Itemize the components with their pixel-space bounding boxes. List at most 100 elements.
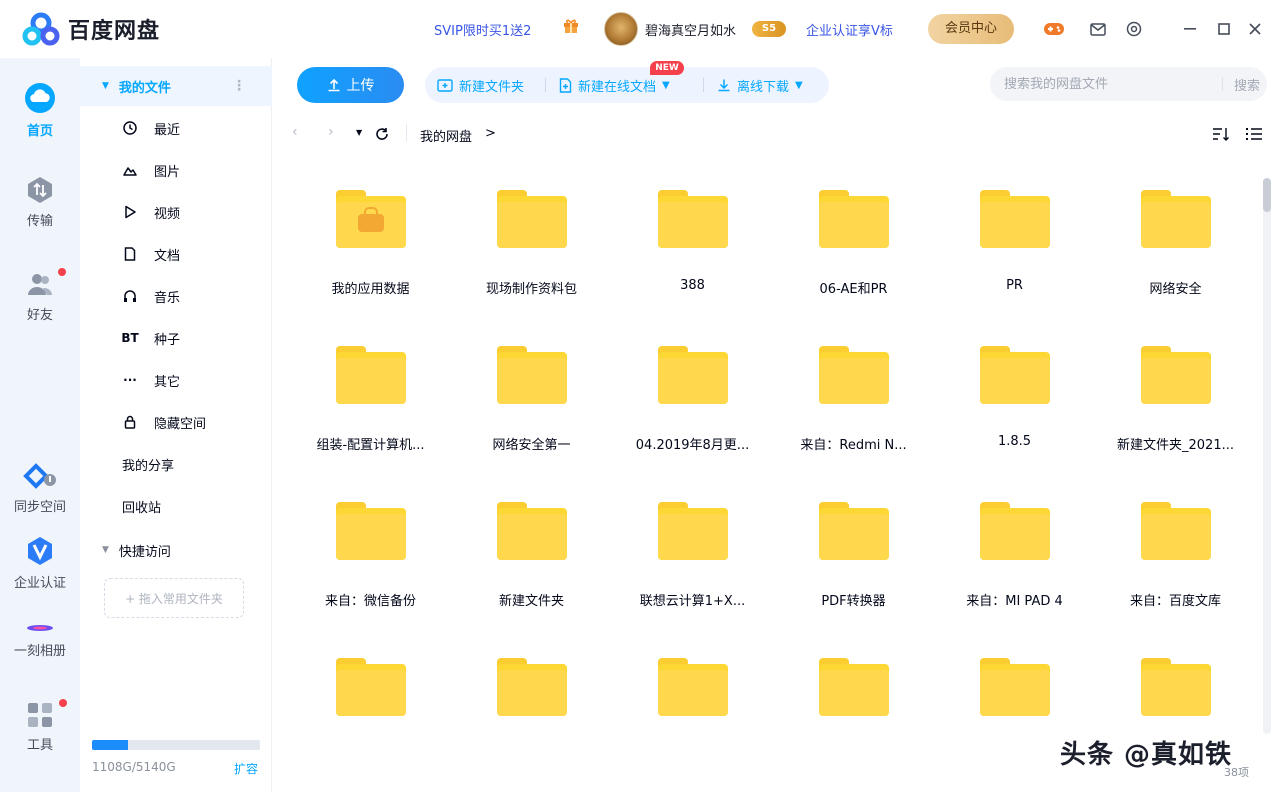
rail-label-album: 一刻相册 [13,644,66,659]
folder-icon [979,346,1050,404]
tools-notification-dot [59,699,67,707]
folder-item[interactable]: 网络安全 [1095,170,1256,326]
sidebar-quick-access[interactable]: ▼ 快捷访问 [80,530,272,570]
folder-item[interactable]: 1.8.5 [934,326,1095,482]
breadcrumb-separator: > [485,126,496,141]
user-avatar[interactable] [604,12,638,46]
search-button[interactable]: 搜索 [1234,75,1260,94]
more-vertical-icon[interactable]: ⋮ [232,78,246,94]
sidebar-item-recycle[interactable]: 回收站 [80,486,272,526]
enterprise-v-icon [28,537,52,565]
enterprise-promo-link[interactable]: 企业认证享V标 [806,20,893,39]
svip-promo-link[interactable]: SVIP限时买1送2 [434,20,531,39]
scrollbar-thumb[interactable] [1263,178,1271,212]
folder-item[interactable]: 04.2019年8月更... [612,326,773,482]
folder-item[interactable]: 来自：微信备份 [290,482,451,638]
transfer-icon [28,177,52,203]
folder-item[interactable]: 来自：MI PAD 4 [934,482,1095,638]
forward-arrow-icon[interactable]: › [328,124,334,140]
folder-icon [818,190,889,248]
sidebar: ▼ 我的文件 ⋮ 最近 图片 视频 文档 音乐 BT 种子 ··· 其它 隐藏空… [80,58,272,792]
folder-item[interactable]: 网络安全第一 [451,326,612,482]
folder-icon [496,502,567,560]
chevron-down-icon: ▼ [662,79,670,91]
folder-item[interactable]: 来自：Redmi N... [773,326,934,482]
offline-download-label: 离线下载 [737,79,790,95]
rail-item-home[interactable]: 首页 [0,82,80,139]
folder-item[interactable]: 新建文件夹_2021... [1095,326,1256,482]
minimize-icon[interactable] [1180,19,1200,39]
history-dropdown-icon[interactable]: ▼ [356,128,362,137]
folder-item[interactable]: 来自：百度文库 [1095,482,1256,638]
folder-item[interactable] [612,638,773,760]
folder-item[interactable] [773,638,934,760]
rail-item-transfer[interactable]: 传输 [0,176,80,229]
folder-item[interactable]: 组装-配置计算机... [290,326,451,482]
mail-icon[interactable] [1088,19,1108,39]
breadcrumb-root[interactable]: 我的网盘 [420,126,472,145]
rail-label-tools: 工具 [26,738,53,753]
sidebar-item-images[interactable]: 图片 [80,150,272,190]
username[interactable]: 碧海真空月如水 [645,20,736,39]
folder-item[interactable]: 现场制作资料包 [451,170,612,326]
list-view-icon[interactable] [1246,127,1262,141]
add-quick-folder-dropzone[interactable]: + 拖入常用文件夹 [104,578,244,618]
folder-item[interactable]: PR [934,170,1095,326]
more-icon: ··· [123,373,137,387]
folder-icon [979,658,1050,716]
rail-item-album[interactable]: 一刻相册 [0,622,80,659]
gift-icon[interactable] [563,18,579,34]
vertical-scrollbar[interactable] [1263,178,1271,734]
maximize-icon[interactable] [1214,19,1234,39]
sidebar-item-my-share[interactable]: 我的分享 [80,444,272,484]
sidebar-item-videos[interactable]: 视频 [80,192,272,232]
game-icon[interactable] [1044,19,1064,39]
search-divider [1222,77,1223,91]
new-folder-button[interactable]: 新建文件夹 [437,67,524,103]
folder-item[interactable]: PDF转换器 [773,482,934,638]
folder-icon [818,502,889,560]
folder-item[interactable]: 06-AE和PR [773,170,934,326]
back-arrow-icon[interactable]: ‹ [292,124,298,140]
sidebar-item-other[interactable]: ··· 其它 [80,360,272,400]
settings-icon[interactable] [1124,19,1144,39]
app-data-folder-icon [335,190,406,248]
folder-item[interactable]: 新建文件夹 [451,482,612,638]
sidebar-item-recent[interactable]: 最近 [80,108,272,148]
sidebar-item-hidden-space[interactable]: 隐藏空间 [80,402,272,442]
folder-name: PR [1006,278,1023,293]
rail-item-tools[interactable]: 工具 [0,702,80,753]
sidebar-item-my-files[interactable]: ▼ 我的文件 ⋮ [80,66,272,106]
toolbar-divider [703,78,704,92]
folder-name: 我的应用数据 [331,282,410,297]
rail-label-friends: 好友 [26,308,53,323]
rail-item-sync[interactable]: 同步空间 [0,462,80,515]
friends-notification-dot [58,268,66,276]
folder-name: 04.2019年8月更... [635,438,750,453]
vip-center-button[interactable]: 会员中心 [928,14,1014,44]
search-input[interactable] [1004,76,1214,92]
folder-name: 来自：微信备份 [324,594,416,609]
offline-download-button[interactable]: 离线下载 ▼ [717,67,803,103]
app-logo[interactable]: 百度网盘 [22,12,160,46]
sidebar-item-torrents[interactable]: BT 种子 [80,318,272,358]
toolbar-divider [545,78,546,92]
folder-name: 来自：Redmi N... [800,438,907,453]
expand-storage-link[interactable]: 扩容 [234,760,258,777]
folder-item[interactable]: 388 [612,170,773,326]
sidebar-label-videos: 视频 [154,206,181,222]
rail-item-enterprise[interactable]: 企业认证 [0,536,80,591]
refresh-icon[interactable] [375,127,389,141]
sort-icon[interactable] [1212,127,1230,141]
folder-item[interactable] [290,638,451,760]
folder-item[interactable]: 我的应用数据 [290,170,451,326]
folder-item[interactable] [451,638,612,760]
close-icon[interactable] [1245,19,1265,39]
sidebar-item-music[interactable]: 音乐 [80,276,272,316]
rail-item-friends[interactable]: 好友 [0,270,80,323]
upload-button[interactable]: 上传 [297,67,404,103]
sidebar-item-documents[interactable]: 文档 [80,234,272,274]
folder-icon [1140,346,1211,404]
storage-quota-fill [92,740,129,750]
folder-item[interactable]: 联想云计算1+X... [612,482,773,638]
